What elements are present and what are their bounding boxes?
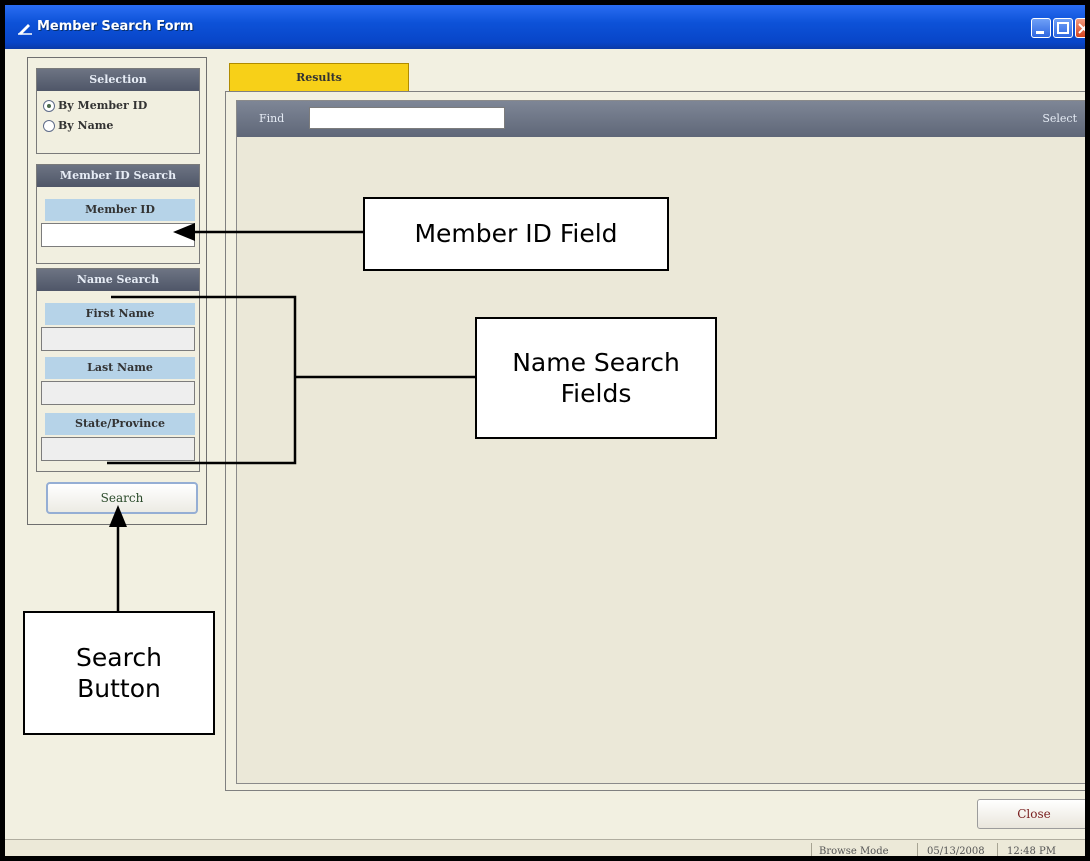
- callout-text-line: Search: [76, 642, 162, 672]
- callout-text: Member ID Field: [414, 219, 618, 249]
- callout-text-line: Button: [77, 674, 161, 703]
- callout-member-id-field: Member ID Field: [363, 197, 669, 271]
- search-arrowhead: [109, 505, 127, 527]
- name-search-bracket: [107, 295, 297, 465]
- callout-search-button: Search Button: [23, 611, 215, 735]
- callout-name-search-fields: Name Search Fields: [475, 317, 717, 439]
- member-id-arrowhead: [173, 223, 195, 241]
- app-window: Member Search Form Selection By Member I…: [0, 0, 1090, 861]
- callout-text-line: Fields: [560, 379, 632, 408]
- callout-text-line: Name Search: [512, 347, 680, 377]
